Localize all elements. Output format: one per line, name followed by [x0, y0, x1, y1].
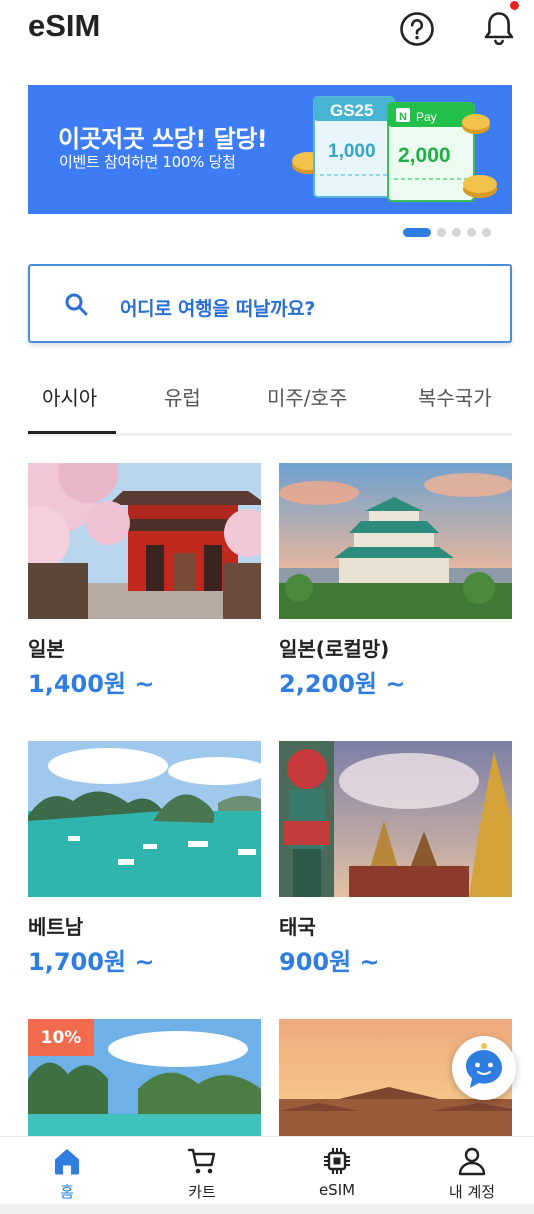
product-image-vietnam — [28, 741, 261, 897]
discount-badge: 10% — [28, 1019, 94, 1056]
product-image-japan-local — [279, 463, 512, 619]
system-bottom-bar — [0, 1204, 534, 1214]
chip-icon — [324, 1148, 350, 1174]
nav-cart-label: 카트 — [188, 1183, 216, 1201]
nav-home[interactable]: 홈 — [17, 1137, 117, 1205]
tab-europe[interactable]: 유럽 — [164, 382, 201, 411]
voucher1-amount: 1,000 — [328, 141, 376, 162]
active-tab-indicator — [28, 431, 116, 434]
help-button[interactable] — [399, 11, 435, 47]
chatbot-button[interactable] — [452, 1036, 516, 1100]
destination-search-box[interactable]: 어디로 여행을 떠날까요? — [28, 264, 512, 343]
product-card-thailand[interactable]: 태국 900원 ~ — [279, 741, 512, 976]
banner-title: 이곳저곳 쓰당! 달당! — [58, 125, 268, 153]
nav-cart[interactable]: 카트 — [152, 1137, 252, 1205]
nav-account-label: 내 계정 — [448, 1183, 496, 1201]
product-name: 베트남 — [28, 915, 84, 939]
chatbot-icon — [466, 1043, 502, 1088]
nav-home-label: 홈 — [60, 1183, 74, 1201]
home-icon — [55, 1149, 79, 1175]
product-card[interactable]: 10% — [28, 1019, 261, 1137]
cart-icon — [187, 1148, 216, 1174]
product-price: 2,200원 ~ — [279, 670, 406, 698]
nav-esim-label: eSIM — [318, 1181, 356, 1199]
product-card-vietnam[interactable]: 베트남 1,700원 ~ — [28, 741, 261, 976]
nav-esim[interactable]: eSIM — [287, 1137, 387, 1205]
product-name: 태국 — [279, 915, 316, 939]
product-name: 일본(로컬망) — [279, 637, 390, 661]
pagination-dot[interactable] — [482, 227, 491, 237]
question-circle-icon — [400, 12, 434, 46]
bell-icon — [484, 12, 514, 46]
voucher2-brand: Pay — [416, 110, 437, 124]
voucher-illustration: GS25 1,000 N Pay 2,000 — [292, 96, 497, 202]
banner-pagination[interactable] — [403, 227, 491, 237]
npay-logo: N — [399, 111, 407, 123]
tab-americas-oceania[interactable]: 미주/호주 — [267, 382, 347, 411]
product-price: 1,400원 ~ — [28, 670, 155, 698]
app-header: eSIM — [0, 0, 534, 60]
pagination-dot[interactable] — [437, 227, 446, 237]
product-name: 일본 — [28, 637, 65, 661]
tab-asia[interactable]: 아시아 — [42, 382, 97, 411]
pagination-dot[interactable] — [452, 227, 461, 237]
product-image: 10% — [28, 1019, 261, 1137]
product-card-japan[interactable]: 일본 1,400원 ~ — [28, 463, 261, 698]
promo-banner[interactable]: 이곳저곳 쓰당! 달당! 이벤트 참여하면 100% 당첨 GS25 1,000… — [28, 85, 512, 214]
product-image-japan — [28, 463, 261, 619]
product-image-thailand — [279, 741, 512, 897]
product-card-japan-local[interactable]: 일본(로컬망) 2,200원 ~ — [279, 463, 512, 698]
notification-button[interactable] — [479, 8, 519, 48]
voucher2-amount: 2,000 — [398, 144, 451, 167]
bottom-navigation: 홈 카트 eSIM 내 계정 — [0, 1136, 534, 1204]
pagination-dot-active[interactable] — [403, 227, 431, 237]
notification-dot — [510, 1, 519, 10]
voucher1-brand: GS25 — [330, 101, 373, 120]
search-placeholder[interactable]: 어디로 여행을 떠날까요? — [120, 294, 315, 321]
pagination-dot[interactable] — [467, 227, 476, 237]
product-price: 900원 ~ — [279, 948, 380, 976]
nav-account[interactable]: 내 계정 — [422, 1137, 522, 1205]
tab-multi-country[interactable]: 복수국가 — [418, 382, 492, 411]
banner-subtitle: 이벤트 참여하면 100% 당첨 — [59, 153, 236, 171]
search-icon — [65, 293, 88, 316]
app-title: eSIM — [28, 8, 101, 43]
user-icon — [458, 1147, 486, 1176]
product-price: 1,700원 ~ — [28, 948, 155, 976]
region-tabs: 아시아 유럽 미주/호주 복수국가 — [28, 368, 512, 436]
